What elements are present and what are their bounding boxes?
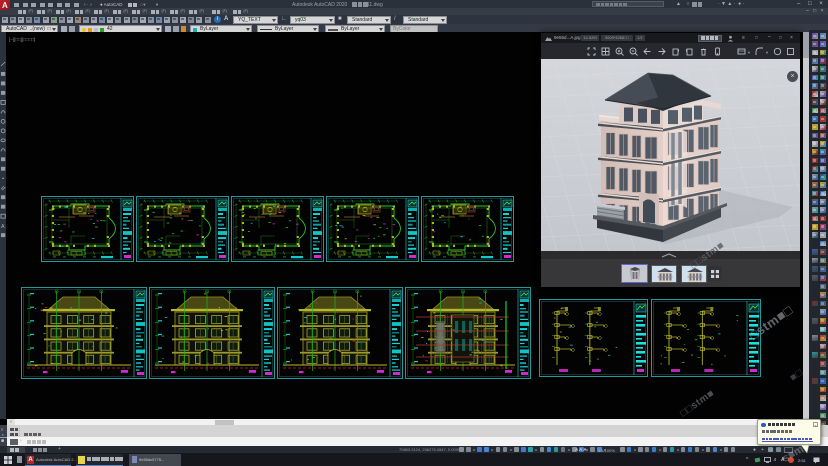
svg-text:A: A (1, 224, 5, 230)
